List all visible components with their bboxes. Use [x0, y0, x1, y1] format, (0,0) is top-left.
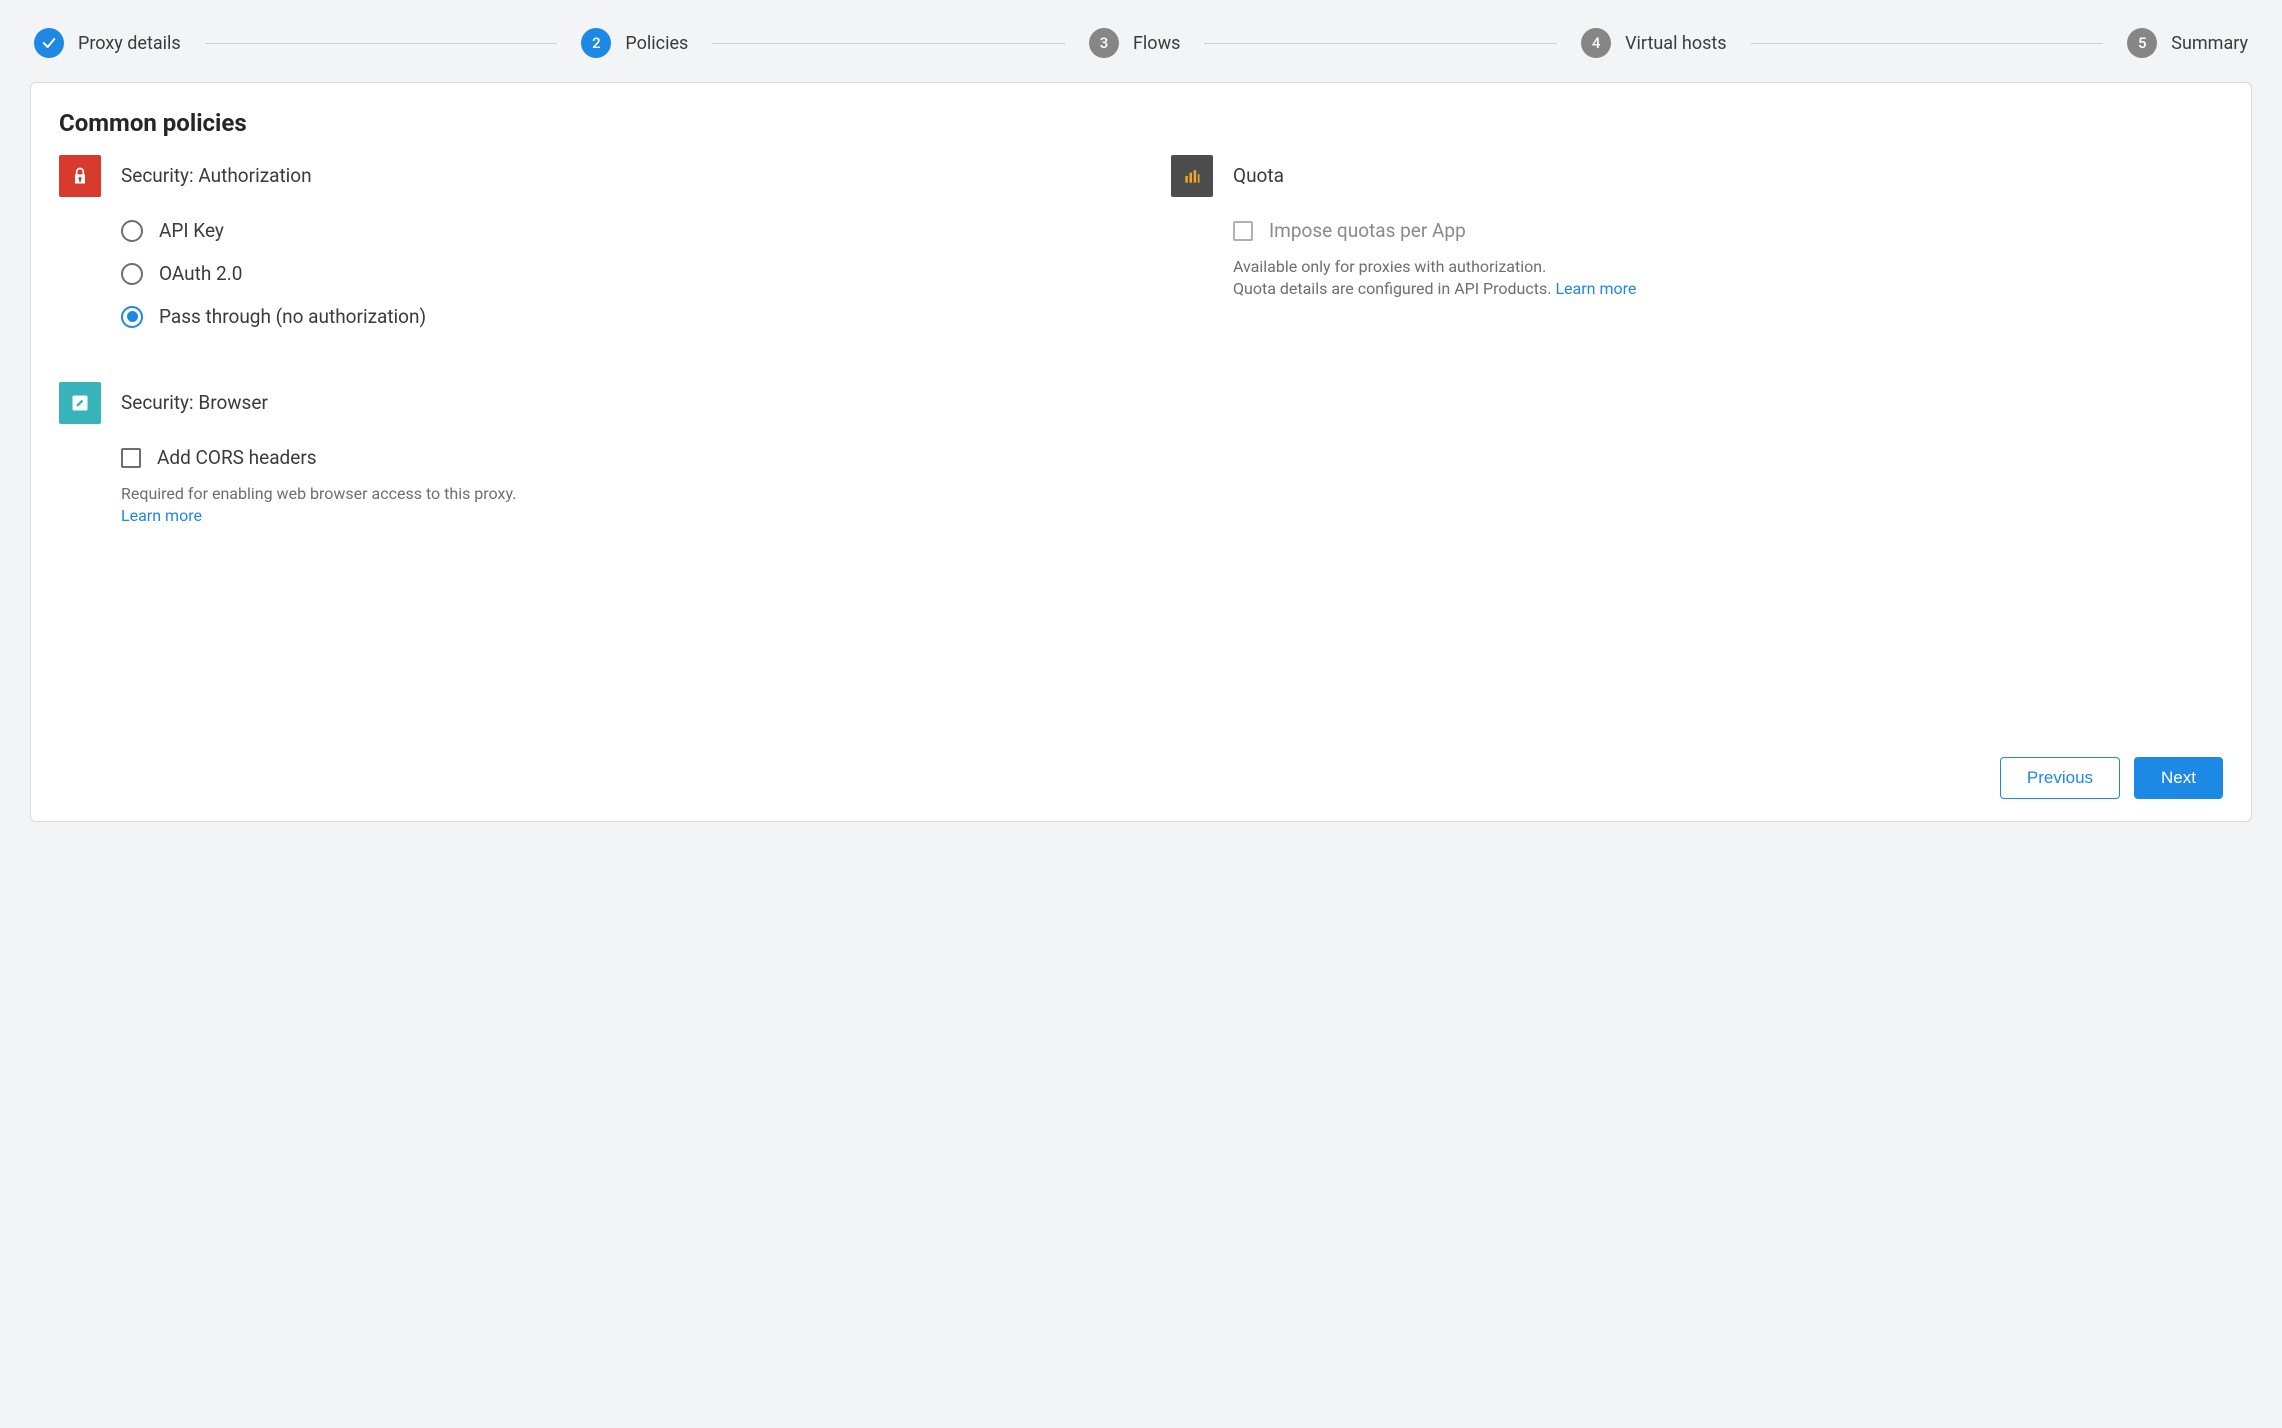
checkbox-label: Add CORS headers	[157, 446, 317, 469]
wizard-stepper: Proxy details 2 Policies 3 Flows 4 Virtu…	[30, 20, 2252, 82]
step-label: Virtual hosts	[1625, 33, 1726, 54]
step-flows[interactable]: 3 Flows	[1089, 28, 1180, 58]
page-title: Common policies	[59, 109, 2223, 137]
pencil-icon	[59, 382, 101, 424]
learn-more-link[interactable]: Learn more	[1555, 279, 1636, 298]
checkbox-label: Impose quotas per App	[1269, 219, 1466, 242]
next-button[interactable]: Next	[2134, 757, 2223, 799]
checkbox-option-cors[interactable]: Add CORS headers	[121, 436, 1111, 479]
step-label: Proxy details	[78, 33, 181, 54]
step-connector	[1751, 43, 2104, 44]
step-label: Policies	[625, 33, 688, 54]
step-summary[interactable]: 5 Summary	[2127, 28, 2248, 58]
section-title: Security: Browser	[121, 382, 1111, 424]
step-badge-upcoming: 3	[1089, 28, 1119, 58]
step-virtual-hosts[interactable]: 4 Virtual hosts	[1581, 28, 1726, 58]
help-line: Quota details are configured in API Prod…	[1233, 279, 1555, 298]
step-badge-done	[34, 28, 64, 58]
checkbox-input	[1233, 221, 1253, 241]
step-label: Flows	[1133, 33, 1180, 54]
radio-label: Pass through (no authorization)	[159, 305, 426, 328]
help-line: Required for enabling web browser access…	[121, 484, 516, 503]
radio-label: OAuth 2.0	[159, 262, 242, 285]
step-label: Summary	[2171, 33, 2248, 54]
step-badge-upcoming: 5	[2127, 28, 2157, 58]
check-icon	[41, 35, 57, 51]
bar-chart-icon	[1171, 155, 1213, 197]
radio-input[interactable]	[121, 220, 143, 242]
lock-icon	[59, 155, 101, 197]
step-connector	[1204, 43, 1557, 44]
checkbox-option-quota: Impose quotas per App	[1233, 209, 2223, 252]
section-quota: Quota Impose quotas per App Available on…	[1171, 155, 2223, 301]
section-security-browser: Security: Browser Add CORS headers Requi…	[59, 382, 1111, 528]
radio-option-pass-through[interactable]: Pass through (no authorization)	[121, 295, 1111, 338]
step-proxy-details[interactable]: Proxy details	[34, 28, 181, 58]
radio-label: API Key	[159, 219, 224, 242]
step-badge-upcoming: 4	[1581, 28, 1611, 58]
help-text: Available only for proxies with authoriz…	[1233, 256, 2223, 301]
learn-more-link[interactable]: Learn more	[121, 506, 202, 525]
policies-card: Common policies Security: Authorization …	[30, 82, 2252, 822]
step-connector	[712, 43, 1065, 44]
radio-option-api-key[interactable]: API Key	[121, 209, 1111, 252]
section-title: Quota	[1233, 155, 2223, 197]
radio-input[interactable]	[121, 263, 143, 285]
help-line: Available only for proxies with authoriz…	[1233, 257, 1546, 276]
step-policies[interactable]: 2 Policies	[581, 28, 688, 58]
section-security-authorization: Security: Authorization API Key OAuth 2.…	[59, 155, 1111, 338]
help-text: Required for enabling web browser access…	[121, 483, 1111, 528]
checkbox-input[interactable]	[121, 448, 141, 468]
radio-input[interactable]	[121, 306, 143, 328]
step-badge-active: 2	[581, 28, 611, 58]
step-connector	[205, 43, 558, 44]
previous-button[interactable]: Previous	[2000, 757, 2120, 799]
section-title: Security: Authorization	[121, 155, 1111, 197]
wizard-footer: Previous Next	[59, 757, 2223, 799]
radio-option-oauth[interactable]: OAuth 2.0	[121, 252, 1111, 295]
